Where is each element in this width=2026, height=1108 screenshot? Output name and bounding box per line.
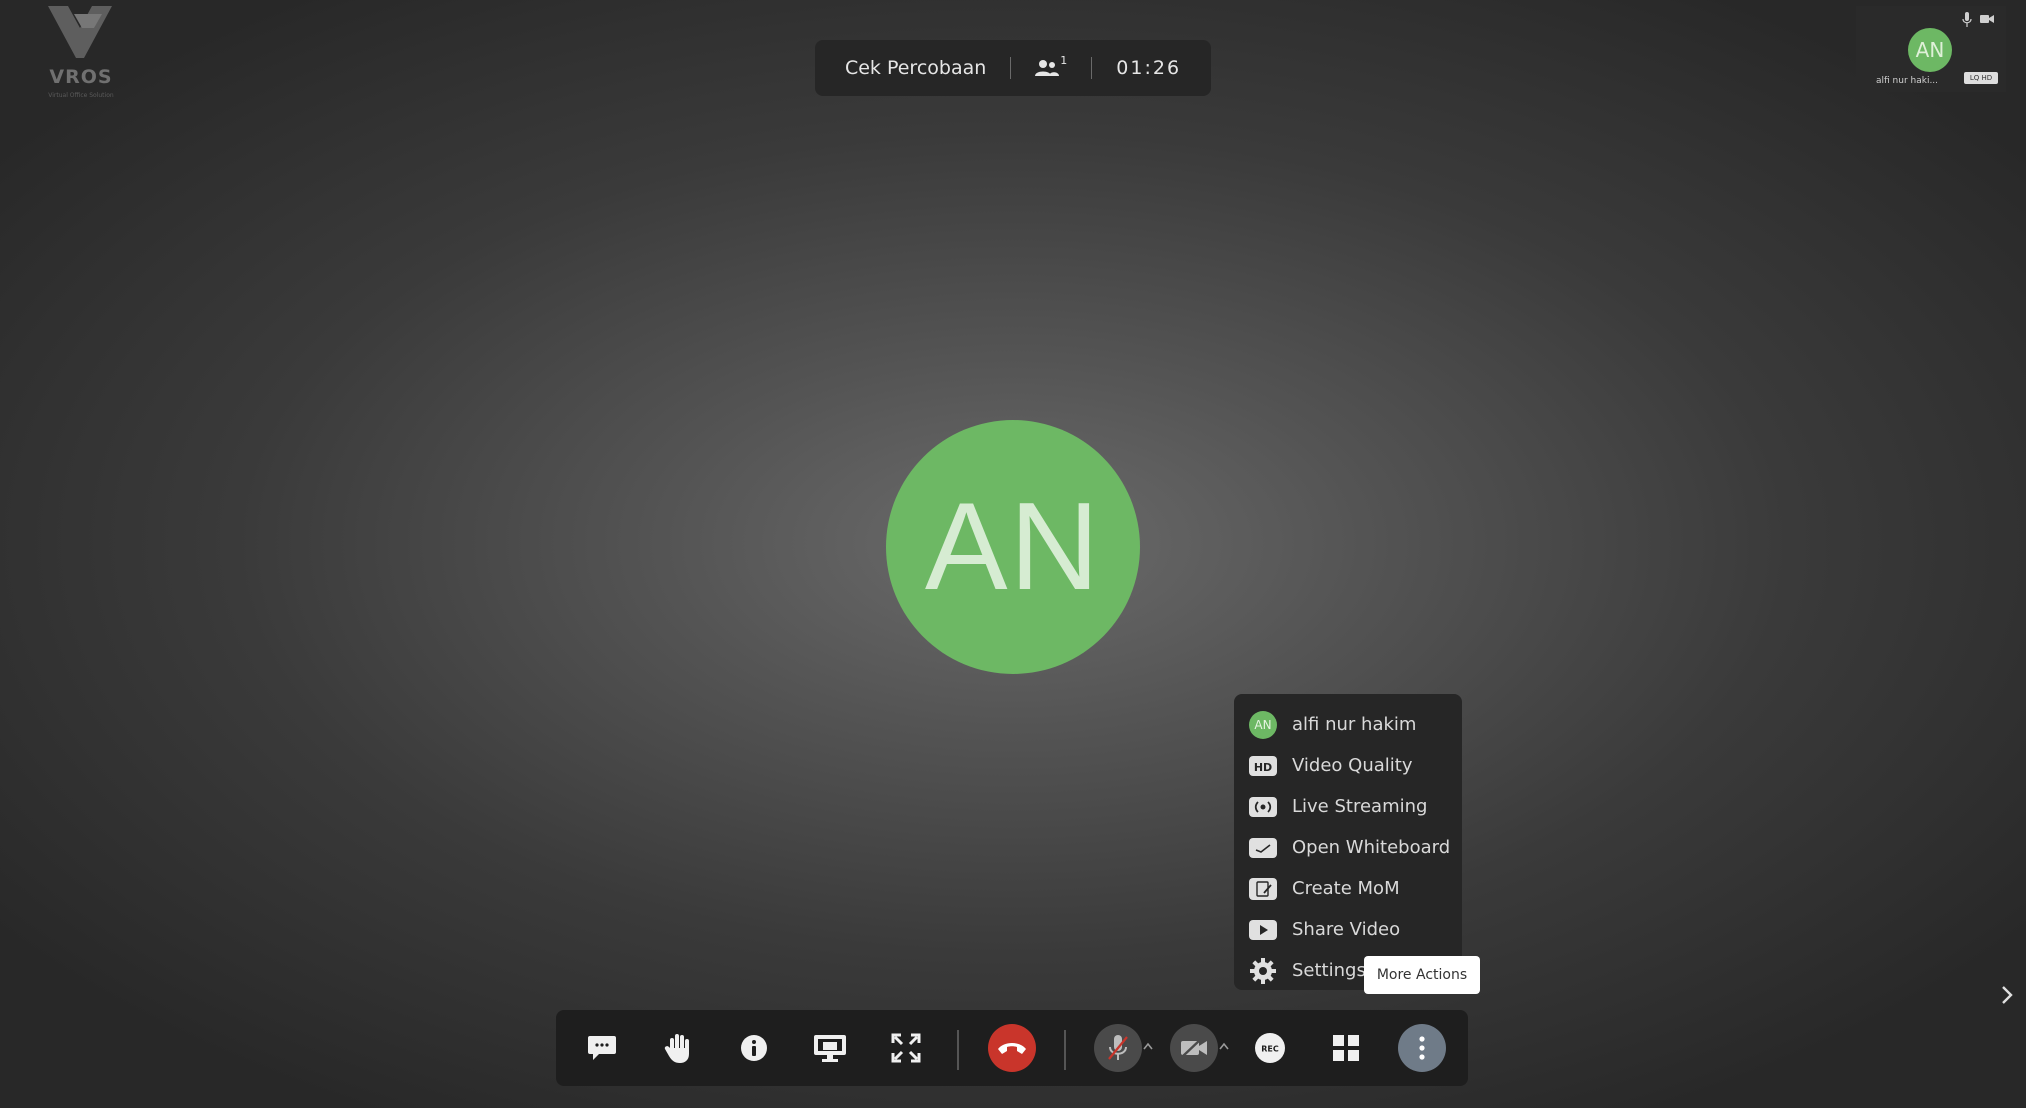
meeting-timer: 01:26	[1116, 57, 1182, 79]
camera-off-icon	[1181, 1038, 1207, 1058]
self-view-thumbnail[interactable]: AN alfi nur haki... LQ HD	[1856, 6, 2006, 92]
chevron-up-icon[interactable]	[1218, 1042, 1230, 1050]
more-actions-menu: AN alfi nur hakim HD Video Quality Live …	[1234, 694, 1462, 990]
main-participant-avatar: AN	[886, 420, 1140, 674]
live-streaming-icon	[1249, 796, 1277, 817]
rec-icon: REC	[1255, 1033, 1285, 1063]
self-avatar: AN	[1908, 28, 1952, 72]
meeting-stage: VROS Virtual Office Solution Cek Percoba…	[0, 0, 2026, 1108]
toolbar-divider	[957, 1030, 959, 1070]
divider	[1091, 57, 1093, 79]
menu-item-video-quality[interactable]: HD Video Quality	[1234, 745, 1462, 786]
info-button[interactable]	[730, 1024, 778, 1072]
screen-share-icon	[814, 1035, 846, 1062]
participants-icon	[1035, 60, 1060, 76]
rec-label: REC	[1261, 1045, 1279, 1054]
camera-icon	[1980, 15, 1994, 23]
share-video-icon	[1249, 919, 1277, 940]
participant-count-value: 1	[1060, 53, 1068, 67]
divider	[1010, 57, 1012, 79]
menu-item-profile[interactable]: AN alfi nur hakim	[1234, 704, 1462, 745]
chat-icon	[588, 1036, 616, 1060]
menu-item-label: Live Streaming	[1292, 796, 1428, 817]
menu-item-share-video[interactable]: Share Video	[1234, 909, 1462, 950]
fullscreen-icon	[891, 1033, 921, 1063]
grid-icon	[1333, 1035, 1359, 1061]
camera-button[interactable]	[1170, 1024, 1218, 1072]
meeting-toolbar: REC	[556, 1010, 1468, 1086]
share-screen-button[interactable]	[806, 1024, 854, 1072]
menu-item-label: Create MoM	[1292, 878, 1400, 899]
self-name: alfi nur haki...	[1876, 76, 1939, 86]
app-logo: VROS Virtual Office Solution	[36, 4, 124, 100]
user-avatar-icon: AN	[1249, 710, 1277, 739]
create-mom-icon	[1249, 877, 1277, 900]
logo-tagline: Virtual Office Solution	[48, 92, 114, 99]
info-icon	[741, 1035, 767, 1061]
phone-hangup-icon	[998, 1043, 1026, 1054]
menu-item-live-streaming[interactable]: Live Streaming	[1234, 786, 1462, 827]
meeting-title: Cek Percobaan	[844, 57, 987, 79]
record-button[interactable]: REC	[1246, 1024, 1294, 1072]
toolbar-divider	[1064, 1030, 1066, 1070]
mic-muted-icon	[1108, 1035, 1128, 1060]
svg-text:HD: HD	[1254, 761, 1272, 774]
whiteboard-icon	[1249, 837, 1277, 858]
menu-item-label: Video Quality	[1292, 755, 1413, 776]
chat-button[interactable]	[578, 1024, 626, 1072]
microphone-button[interactable]	[1094, 1024, 1142, 1072]
menu-item-label: alfi nur hakim	[1292, 714, 1417, 735]
menu-item-label: Settings	[1292, 960, 1366, 981]
chevron-up-icon[interactable]	[1142, 1042, 1154, 1050]
meeting-info-bar: Cek Percobaan 1 01:26	[815, 40, 1211, 96]
chevron-right-icon[interactable]	[2000, 984, 2014, 1006]
more-vertical-icon	[1419, 1036, 1425, 1060]
menu-item-label: Share Video	[1292, 919, 1401, 940]
tile-view-button[interactable]	[1322, 1024, 1370, 1072]
gear-icon	[1250, 957, 1276, 984]
menu-item-label: Open Whiteboard	[1292, 837, 1451, 858]
hd-icon: HD	[1249, 755, 1277, 776]
hand-icon	[664, 1034, 689, 1063]
raise-hand-button[interactable]	[654, 1024, 702, 1072]
participant-count[interactable]: 1	[1035, 54, 1067, 77]
mic-icon	[1962, 12, 1972, 27]
more-actions-tooltip: More Actions	[1364, 956, 1480, 994]
logo-mark-icon	[48, 6, 112, 58]
more-actions-button[interactable]	[1398, 1024, 1446, 1072]
hangup-button[interactable]	[988, 1024, 1036, 1072]
quality-badge: LQ HD	[1964, 72, 1998, 84]
logo-text: VROS	[49, 66, 113, 88]
menu-item-open-whiteboard[interactable]: Open Whiteboard	[1234, 827, 1462, 868]
menu-item-create-mom[interactable]: Create MoM	[1234, 868, 1462, 909]
fullscreen-button[interactable]	[882, 1024, 930, 1072]
